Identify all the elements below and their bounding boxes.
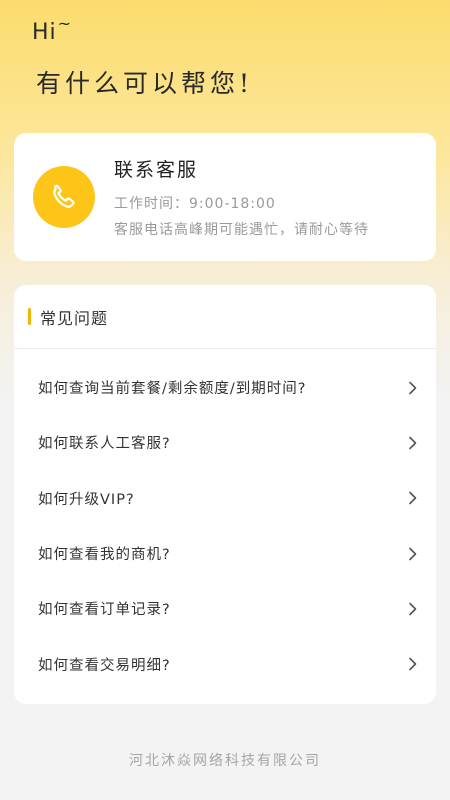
faq-item-opportunity[interactable]: 如何查看我的商机? [14,526,436,581]
greeting-tilde: ~ [57,14,73,33]
faq-question: 如何查看订单记录? [38,602,171,619]
company-footer: 河北沐焱网络科技有限公司 [129,753,321,769]
chevron-right-icon [409,436,417,450]
chevron-right-icon [409,381,417,394]
faq-question: 如何查询当前套餐/剩余额度/到期时间? [38,381,307,398]
chevron-right-icon [409,491,417,505]
faq-item-transactions[interactable]: 如何查看交易明细? [14,636,436,691]
contact-service-card[interactable]: 联系客服 工作时间：9:00-18:00 客服电话高峰期可能遇忙，请耐心等待 [14,133,436,261]
faq-header: 常见问题 [14,285,436,349]
greeting-title: 有什么可以帮您! [36,69,254,98]
faq-item-contact[interactable]: 如何联系人工客服? [14,415,436,470]
faq-question: 如何查看交易明细? [38,657,171,674]
faq-item-vip[interactable]: 如何升级VIP? [14,471,436,526]
chevron-right-icon [409,547,417,560]
greeting-hi-text: Hi [32,20,57,45]
faq-question: 如何联系人工客服? [38,436,171,453]
chevron-right-icon [409,657,417,671]
faq-item-package[interactable]: 如何查询当前套餐/剩余额度/到期时间? [14,360,436,415]
service-hours: 工作时间：9:00-18:00 [114,196,276,212]
chevron-right-icon [409,602,417,616]
faq-question: 如何查看我的商机? [38,547,171,564]
faq-list: 如何查询当前套餐/剩余额度/到期时间? 如何联系人工客服? 如何升级VIP? 如… [14,349,436,692]
phone-icon [33,166,95,228]
greeting-hi: Hi~ [32,14,71,45]
faq-card: 常见问题 如何查询当前套餐/剩余额度/到期时间? 如何联系人工客服? 如何升级V… [14,285,436,704]
faq-item-orders[interactable]: 如何查看订单记录? [14,581,436,636]
service-title: 联系客服 [114,159,199,181]
faq-question: 如何升级VIP? [38,491,135,508]
service-note: 客服电话高峰期可能遇忙，请耐心等待 [114,222,369,238]
faq-title: 常见问题 [40,308,109,328]
faq-accent-bar [28,308,31,325]
